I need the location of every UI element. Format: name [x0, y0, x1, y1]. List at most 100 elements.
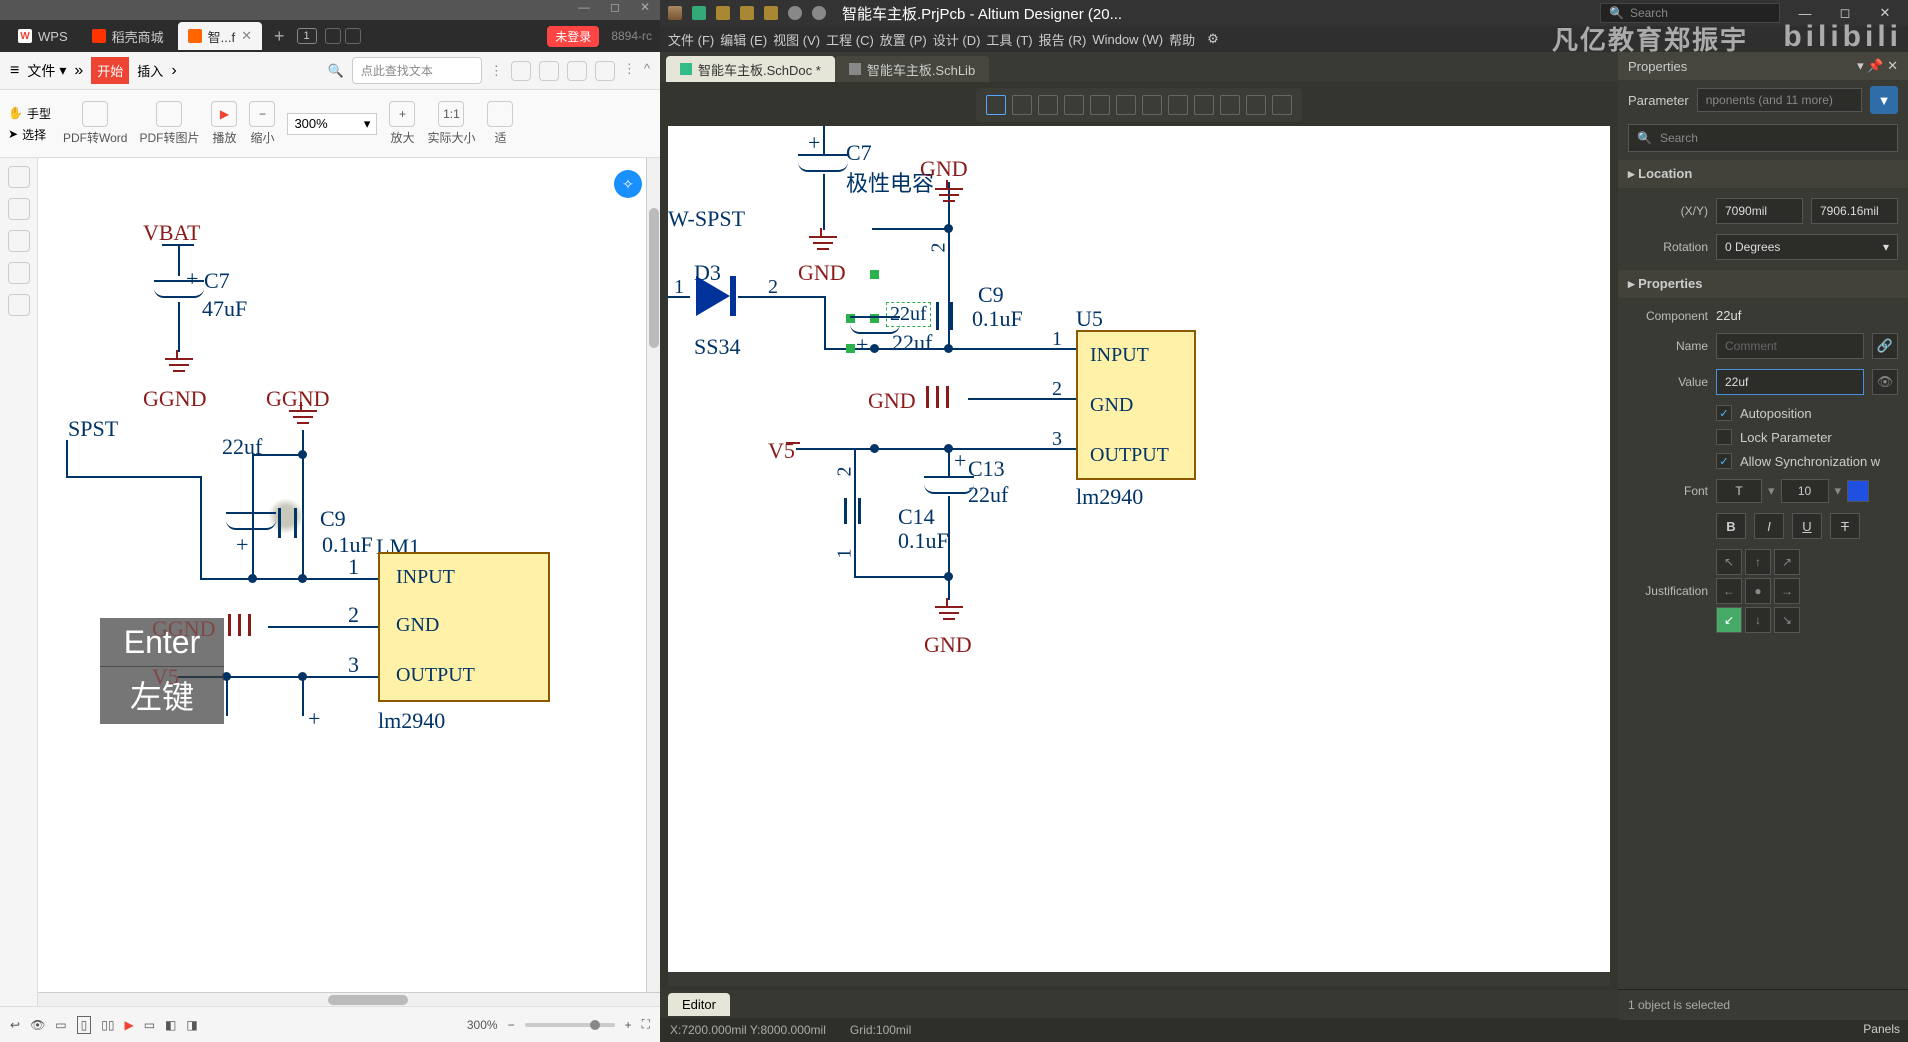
handtool-btn[interactable]: ✋手型 — [8, 105, 51, 122]
ribbon-more[interactable]: » — [74, 62, 83, 80]
window-min-btn[interactable]: — — [578, 0, 590, 20]
just-bl[interactable]: ↙ — [1716, 607, 1742, 633]
panels-btn[interactable]: Panels — [1618, 1020, 1908, 1042]
just-ml[interactable]: ← — [1716, 578, 1742, 604]
side-bookmark-icon[interactable] — [8, 198, 30, 220]
zoomout-btn[interactable]: −缩小 — [249, 101, 275, 146]
props-pin-icon[interactable]: 📌 — [1867, 58, 1883, 73]
layout2-icon[interactable]: ▯ — [77, 1016, 92, 1034]
win-min[interactable]: — — [1790, 6, 1820, 21]
side-annot-icon[interactable] — [8, 262, 30, 284]
name-input[interactable]: Comment — [1716, 333, 1864, 359]
win-close[interactable]: ✕ — [1870, 5, 1900, 21]
redo-icon[interactable] — [812, 6, 826, 20]
actual-size-btn[interactable]: 1:1实际大小 — [427, 101, 475, 146]
sel-22uf-label[interactable]: 22uf — [886, 302, 931, 327]
place-icon[interactable] — [1194, 95, 1214, 115]
bold-btn[interactable]: B — [1716, 513, 1746, 539]
text-tool-icon[interactable] — [1246, 95, 1266, 115]
zoom-minus[interactable]: − — [508, 1018, 515, 1032]
font-name-select[interactable]: T — [1716, 479, 1762, 503]
align-c-icon[interactable] — [1064, 95, 1084, 115]
new-tab-btn[interactable]: + — [266, 26, 293, 47]
menu-proj[interactable]: 工程 (C) — [826, 30, 874, 49]
tab-util-2[interactable] — [345, 28, 361, 44]
more-icon[interactable]: ⋮ — [623, 61, 636, 81]
font-color-swatch[interactable] — [1847, 480, 1869, 502]
underline-btn[interactable]: U — [1792, 513, 1822, 539]
vscrollbar[interactable] — [646, 158, 660, 992]
settings-icon[interactable] — [567, 61, 587, 81]
stat-ico3[interactable]: ◨ — [186, 1018, 197, 1032]
ribbon-insert[interactable]: 插入 — [137, 61, 163, 80]
hscroll[interactable] — [668, 972, 1610, 986]
zoom-plus[interactable]: + — [625, 1018, 632, 1032]
window-close-btn[interactable]: ✕ — [640, 0, 650, 20]
font-size-select[interactable]: 10 — [1781, 479, 1829, 503]
grid-icon[interactable] — [1168, 95, 1188, 115]
print-icon[interactable] — [764, 6, 778, 20]
just-mc[interactable]: ● — [1745, 578, 1771, 604]
folder-icon[interactable] — [740, 6, 754, 20]
eye-icon[interactable]: 👁 — [30, 1018, 45, 1032]
filter-tool-icon[interactable] — [986, 95, 1006, 115]
hscrollbar[interactable] — [38, 992, 660, 1006]
menu-window[interactable]: Window (W) — [1092, 32, 1163, 47]
text-search-input[interactable]: 点此查找文本 — [352, 57, 482, 84]
layout3-icon[interactable]: ▯▯ — [101, 1018, 114, 1032]
file-menu[interactable]: 文件▾ — [27, 61, 66, 81]
section-location[interactable]: ▸ Location — [1618, 160, 1908, 188]
rotation-select[interactable]: 0 Degrees▾ — [1716, 234, 1898, 260]
menu-report[interactable]: 报告 (R) — [1039, 30, 1087, 49]
sel-handle[interactable] — [870, 270, 879, 279]
tab-util-1[interactable] — [325, 28, 341, 44]
filter-scope[interactable]: nponents (and 11 more) — [1697, 88, 1862, 112]
doctab-schlib[interactable]: 智能车主板.SchLib — [835, 56, 989, 82]
props-close-icon[interactable]: ✕ — [1887, 58, 1898, 73]
section-properties[interactable]: ▸ Properties — [1618, 270, 1908, 298]
menu-view[interactable]: 视图 (V) — [773, 30, 820, 49]
stat-ico1[interactable]: ▭ — [144, 1018, 155, 1032]
chat-icon[interactable] — [595, 61, 615, 81]
props-drop-icon[interactable]: ▾ — [1857, 58, 1864, 73]
daoke-tab[interactable]: 稻壳商城 — [82, 22, 174, 50]
y-input[interactable]: 7906.16mil — [1811, 198, 1898, 224]
back-icon[interactable]: ↩ — [10, 1018, 20, 1032]
just-br[interactable]: ↘ — [1774, 607, 1800, 633]
win-max[interactable]: ◻ — [1830, 5, 1860, 21]
ribbon-start[interactable]: 开始 — [91, 57, 129, 84]
move-tool-icon[interactable] — [1012, 95, 1032, 115]
cloud-icon[interactable] — [539, 61, 559, 81]
pdf-tab-close[interactable]: ✕ — [241, 28, 252, 44]
doctab-schdoc[interactable]: 智能车主板.SchDoc * — [666, 56, 835, 82]
align-l-icon[interactable] — [1038, 95, 1058, 115]
just-tl[interactable]: ↖ — [1716, 549, 1742, 575]
zoom-slider[interactable] — [525, 1023, 615, 1027]
side-convert-icon[interactable] — [8, 294, 30, 316]
sel-handle[interactable] — [846, 344, 855, 353]
just-mr[interactable]: → — [1774, 578, 1800, 604]
menu-tools[interactable]: 工具 (T) — [986, 30, 1032, 49]
pdf2pic-btn[interactable]: PDF转图片 — [139, 101, 199, 146]
layout1-icon[interactable]: ▭ — [55, 1018, 66, 1032]
menu-file[interactable]: 文件 (F) — [668, 30, 714, 49]
just-tr[interactable]: ↗ — [1774, 549, 1800, 575]
search-opt-icon[interactable]: ⋮ — [490, 63, 503, 79]
save-icon[interactable] — [692, 6, 706, 20]
net-tool-icon[interactable] — [1220, 95, 1240, 115]
value-vis-icon[interactable]: 👁 — [1872, 369, 1898, 395]
schematic-canvas[interactable]: + C7 极性电容 GND GND W-SPST — [668, 126, 1610, 986]
zoomin-btn[interactable]: +放大 — [389, 101, 415, 146]
side-thumbs-icon[interactable] — [8, 166, 30, 188]
line-tool-icon[interactable] — [1272, 95, 1292, 115]
fit-btn[interactable]: 适 — [487, 101, 513, 146]
fullscreen-icon[interactable]: ⛶ — [642, 1017, 650, 1032]
wps-app-tab[interactable]: W WPS — [8, 22, 78, 50]
select-btn[interactable]: ➤选择 — [8, 126, 46, 143]
collapse-ribbon-icon[interactable]: ^ — [644, 61, 650, 81]
open-icon[interactable] — [716, 6, 730, 20]
ribbon-scroll[interactable]: › — [171, 62, 176, 80]
lockparam-check[interactable] — [1716, 429, 1732, 445]
x-input[interactable]: 7090mil — [1716, 198, 1803, 224]
side-image-icon[interactable] — [8, 230, 30, 252]
